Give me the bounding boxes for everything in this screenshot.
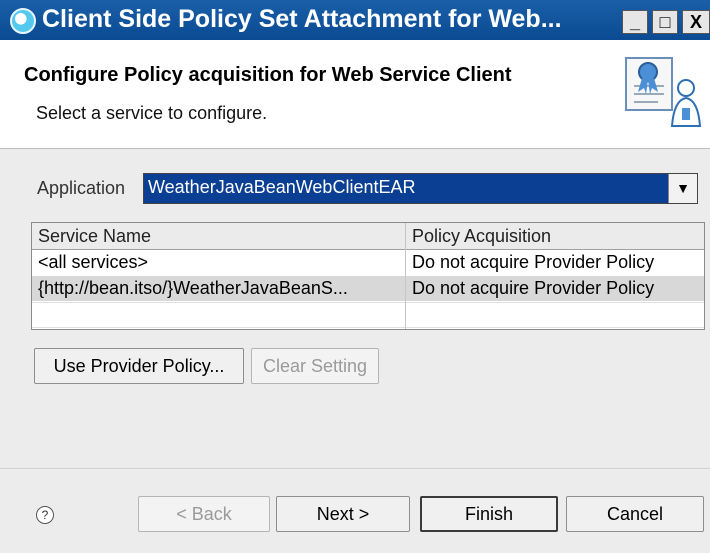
application-selected-value: WeatherJavaBeanWebClientEAR <box>148 177 416 197</box>
close-button[interactable]: X <box>682 10 710 34</box>
finish-button[interactable]: Finish <box>420 496 558 532</box>
column-header-policy-acquisition[interactable]: Policy Acquisition <box>412 226 551 247</box>
service-name-cell: <all services> <box>38 252 149 272</box>
maximize-button[interactable]: □ <box>652 10 678 34</box>
page-title: Configure Policy acquisition for Web Ser… <box>24 64 512 86</box>
policy-certificate-icon <box>625 57 702 127</box>
service-name-cell: {http://bean.itso/}WeatherJavaBeanS... <box>38 278 348 298</box>
window-title: Client Side Policy Set Attachment for We… <box>42 5 562 33</box>
table-row[interactable]: {http://bean.itso/}WeatherJavaBeanS... D… <box>32 276 704 301</box>
minimize-button[interactable]: _ <box>622 10 648 34</box>
services-table[interactable]: Service Name Policy Acquisition <all ser… <box>31 222 705 330</box>
title-bar[interactable]: Client Side Policy Set Attachment for We… <box>0 0 710 40</box>
back-button[interactable]: < Back <box>138 496 270 532</box>
help-icon[interactable]: ? <box>36 506 54 524</box>
application-dropdown[interactable]: WeatherJavaBeanWebClientEAR ▼ <box>143 173 698 204</box>
policy-acquisition-cell: Do not acquire Provider Policy <box>412 252 655 272</box>
app-icon <box>10 8 36 34</box>
page-description: Select a service to configure. <box>36 103 268 123</box>
table-row[interactable]: <all services> Do not acquire Provider P… <box>32 250 704 275</box>
wizard-banner: Configure Policy acquisition for Web Ser… <box>0 40 710 149</box>
column-divider <box>405 223 406 329</box>
chevron-down-icon[interactable]: ▼ <box>668 174 697 203</box>
table-header: Service Name Policy Acquisition <box>32 223 704 250</box>
dialog-window: Client Side Policy Set Attachment for We… <box>0 0 710 553</box>
clear-setting-button[interactable]: Clear Setting <box>251 348 379 384</box>
row-divider <box>32 327 704 328</box>
column-header-service-name[interactable]: Service Name <box>38 226 151 247</box>
row-divider <box>32 302 704 303</box>
cancel-button[interactable]: Cancel <box>566 496 704 532</box>
application-label: Application <box>37 178 126 198</box>
next-button[interactable]: Next > <box>276 496 410 532</box>
footer-divider <box>0 468 710 469</box>
use-provider-policy-button[interactable]: Use Provider Policy... <box>34 348 244 384</box>
policy-acquisition-cell: Do not acquire Provider Policy <box>412 278 655 298</box>
